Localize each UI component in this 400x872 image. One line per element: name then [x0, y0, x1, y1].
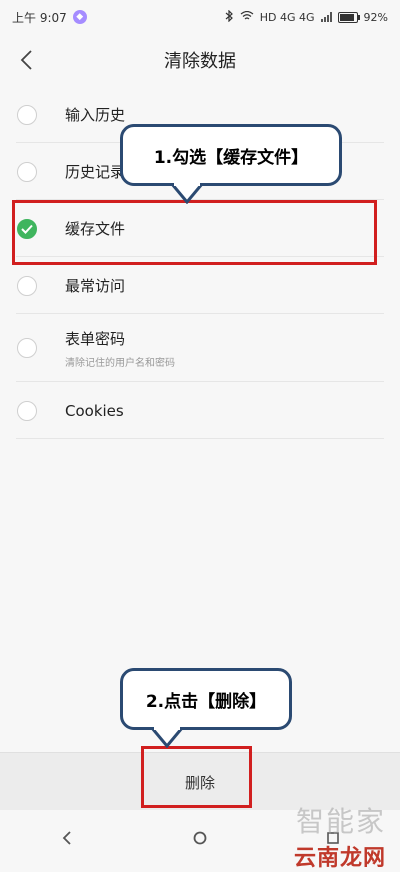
battery-percent: 92%	[363, 10, 388, 24]
checkbox-icon[interactable]	[17, 104, 37, 125]
option-description: 清除记住的用户名和密码	[65, 357, 175, 369]
status-left: 上午 9:07 ◆	[12, 9, 87, 26]
nav-back-icon	[62, 831, 71, 845]
checkbox-checked-icon[interactable]	[17, 218, 37, 239]
nav-back-button[interactable]	[47, 818, 87, 858]
chevron-left-icon	[20, 50, 32, 70]
option-cache-files[interactable]: 缓存文件	[0, 200, 400, 257]
checkbox-icon[interactable]	[17, 338, 37, 358]
option-label: Cookies	[65, 401, 124, 420]
nav-recents-button[interactable]	[313, 818, 353, 858]
option-label: 最常访问	[65, 277, 126, 295]
bottom-action-bar: 删除	[0, 752, 400, 811]
signal-icon	[320, 12, 332, 22]
battery-icon	[337, 11, 360, 23]
nav-recents-icon	[327, 832, 340, 844]
option-label: 输入历史	[65, 106, 126, 124]
network-labels: HD 4G 4G	[259, 10, 315, 24]
option-label: 表单密码	[65, 329, 126, 348]
wifi-icon	[240, 10, 254, 24]
app-notification-icon: ◆	[72, 10, 87, 24]
page-title: 清除数据	[164, 51, 236, 72]
option-cookies[interactable]: Cookies	[0, 382, 400, 439]
delete-button[interactable]: 删除	[165, 764, 235, 801]
checkbox-icon[interactable]	[17, 275, 37, 296]
status-right: HD 4G 4G 92%	[225, 9, 388, 25]
nav-home-button[interactable]	[180, 818, 220, 858]
option-form-passwords[interactable]: 表单密码 清除记住的用户名和密码	[0, 314, 400, 382]
callout-step1-text: 1.勾选【缓存文件】	[153, 147, 309, 168]
callout-step2: 2.点击【删除】	[120, 668, 292, 730]
back-button[interactable]	[10, 44, 42, 76]
option-label: 历史记录	[65, 163, 126, 181]
checkbox-icon[interactable]	[17, 161, 37, 182]
system-nav-bar	[0, 810, 400, 866]
checkbox-icon[interactable]	[17, 400, 37, 421]
callout-step2-text: 2.点击【删除】	[145, 691, 267, 712]
bluetooth-icon	[225, 9, 234, 25]
option-most-visited[interactable]: 最常访问	[0, 257, 400, 314]
callout-step2-tail	[150, 726, 184, 748]
divider	[16, 438, 384, 439]
nav-home-icon	[193, 831, 207, 845]
callout-step1: 1.勾选【缓存文件】	[120, 124, 342, 186]
status-time: 上午 9:07	[12, 10, 67, 25]
title-bar: 清除数据	[0, 34, 400, 86]
callout-step1-tail	[170, 182, 204, 204]
status-bar: 上午 9:07 ◆ HD 4G 4G 92%	[0, 0, 400, 34]
option-label: 缓存文件	[65, 220, 126, 238]
